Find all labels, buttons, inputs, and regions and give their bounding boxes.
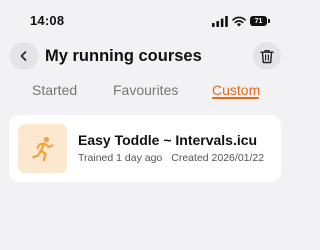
status-icons: 71 <box>212 15 270 27</box>
course-created: Created 2026/01/22 <box>171 152 265 164</box>
tab-bar: Started Favourites Custom <box>0 78 291 104</box>
active-tab-indicator <box>212 97 259 99</box>
tab-started[interactable]: Started <box>32 81 77 99</box>
wifi-icon <box>232 16 246 27</box>
battery-icon: 71 <box>250 16 270 26</box>
runner-icon <box>31 136 54 161</box>
tab-favourites[interactable]: Favourites <box>113 81 178 99</box>
header: My running courses <box>0 40 291 74</box>
course-card[interactable]: Easy Toddle ~ Intervals.icu Trained 1 da… <box>9 115 281 182</box>
course-thumbnail <box>18 124 67 173</box>
battery-level: 71 <box>254 17 263 25</box>
trash-icon <box>260 49 274 63</box>
battery-tip <box>268 19 270 23</box>
chevron-left-icon <box>20 51 27 61</box>
page-title: My running courses <box>45 47 202 65</box>
signal-icon <box>212 15 228 27</box>
status-time: 14:08 <box>30 13 65 28</box>
course-meta: Trained 1 day ago Created 2026/01/22 <box>78 152 264 165</box>
course-name: Easy Toddle ~ Intervals.icu <box>78 132 258 148</box>
back-button[interactable] <box>10 42 38 70</box>
delete-button[interactable] <box>253 42 281 70</box>
status-bar: 14:08 71 <box>0 0 291 40</box>
course-trained: Trained 1 day ago <box>78 152 163 164</box>
